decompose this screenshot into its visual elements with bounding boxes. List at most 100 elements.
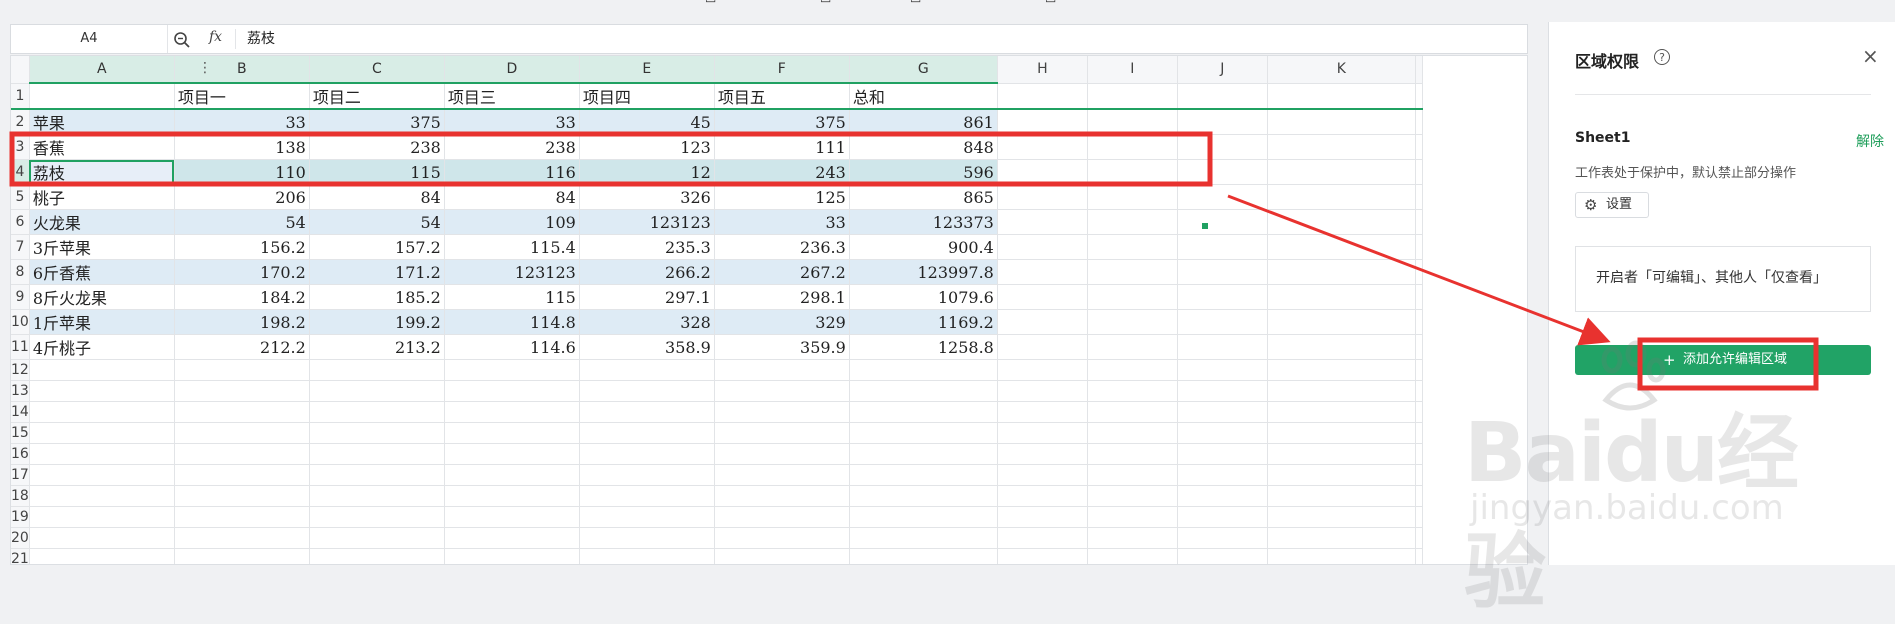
cell[interactable]: 329 [714, 309, 850, 335]
cell[interactable]: 185.2 [309, 284, 445, 310]
cell[interactable] [579, 464, 715, 486]
cell[interactable] [29, 548, 175, 564]
cell[interactable] [1415, 443, 1423, 465]
formula-input[interactable]: 荔枝 [247, 25, 275, 53]
row-header[interactable]: 3 [11, 134, 30, 160]
row-header[interactable]: 1 [11, 83, 30, 110]
cell[interactable]: 116 [444, 159, 580, 185]
cell[interactable] [1415, 284, 1423, 310]
cell[interactable] [997, 464, 1088, 486]
cell[interactable] [309, 464, 445, 486]
cell[interactable]: 238 [444, 134, 580, 160]
cell[interactable]: 4斤桃子 [29, 334, 175, 360]
cell[interactable] [1087, 359, 1178, 381]
cell[interactable]: 项目五 [714, 83, 850, 110]
cell[interactable]: 项目三 [444, 83, 580, 110]
cell[interactable] [1267, 309, 1416, 335]
cell[interactable]: 1169.2 [849, 309, 998, 335]
cell[interactable] [1177, 443, 1268, 465]
cell[interactable]: 235.3 [579, 234, 715, 260]
row-header[interactable]: 19 [11, 506, 30, 528]
column-header[interactable]: K [1267, 56, 1416, 84]
cell[interactable] [1087, 464, 1178, 486]
row-header[interactable]: 2 [11, 109, 30, 135]
cell[interactable]: 项目四 [579, 83, 715, 110]
cell[interactable] [444, 443, 580, 465]
cell[interactable] [997, 109, 1088, 135]
corner-cell[interactable] [11, 56, 30, 84]
cell[interactable] [444, 506, 580, 528]
cell[interactable] [309, 380, 445, 402]
cell[interactable] [997, 443, 1088, 465]
cell[interactable]: 848 [849, 134, 998, 160]
cell[interactable] [997, 401, 1088, 423]
cell[interactable] [849, 359, 998, 381]
cell[interactable] [1087, 548, 1178, 564]
cell[interactable]: 125 [714, 184, 850, 210]
cell[interactable] [1087, 284, 1178, 310]
cell[interactable] [1177, 234, 1268, 260]
cell[interactable] [1267, 234, 1416, 260]
cell[interactable] [714, 443, 850, 465]
column-header[interactable]: C [309, 56, 445, 84]
cell[interactable] [1415, 334, 1423, 360]
cell[interactable] [1087, 159, 1178, 185]
cell[interactable] [1087, 401, 1178, 423]
cell[interactable]: 328 [579, 309, 715, 335]
cell[interactable] [997, 284, 1088, 310]
cell[interactable] [1267, 485, 1416, 507]
cell[interactable] [1177, 548, 1268, 564]
zoom-icon[interactable] [173, 31, 191, 49]
cell[interactable] [997, 359, 1088, 381]
row-header[interactable]: 14 [11, 401, 30, 423]
cell[interactable]: 206 [174, 184, 310, 210]
cell[interactable] [849, 464, 998, 486]
add-editable-region-button[interactable]: + 添加允许编辑区域 [1575, 345, 1871, 375]
cell[interactable] [1415, 380, 1423, 402]
cell[interactable]: 香蕉 [29, 134, 175, 160]
cell[interactable]: 12 [579, 159, 715, 185]
cell[interactable] [1415, 109, 1423, 135]
cell[interactable]: 865 [849, 184, 998, 210]
cell[interactable]: 375 [714, 109, 850, 135]
cell[interactable] [1267, 334, 1416, 360]
cell[interactable]: 84 [309, 184, 445, 210]
cell[interactable] [174, 443, 310, 465]
cell[interactable] [1087, 134, 1178, 160]
cell[interactable] [997, 159, 1088, 185]
cell[interactable]: 212.2 [174, 334, 310, 360]
cell[interactable] [1267, 527, 1416, 549]
cell[interactable] [29, 464, 175, 486]
cell[interactable] [1087, 506, 1178, 528]
cell[interactable] [1415, 401, 1423, 423]
cell[interactable] [1177, 159, 1268, 185]
cell[interactable]: 115.4 [444, 234, 580, 260]
cell[interactable] [174, 485, 310, 507]
cell[interactable] [444, 527, 580, 549]
cell[interactable]: 375 [309, 109, 445, 135]
column-header[interactable]: F [714, 56, 850, 84]
cell[interactable] [1267, 209, 1416, 235]
cell[interactable] [1415, 159, 1423, 185]
cell[interactable] [174, 548, 310, 564]
unlock-link[interactable]: 解除 [1856, 131, 1884, 151]
cell[interactable]: 54 [309, 209, 445, 235]
cell[interactable] [1415, 234, 1423, 260]
cell[interactable]: 54 [174, 209, 310, 235]
cell[interactable] [1087, 83, 1178, 110]
cell[interactable] [1087, 485, 1178, 507]
column-header[interactable]: B [174, 56, 310, 84]
help-icon[interactable]: ? [1654, 49, 1670, 65]
cell[interactable] [444, 380, 580, 402]
cell[interactable]: 138 [174, 134, 310, 160]
cell[interactable] [174, 401, 310, 423]
row-header[interactable]: 5 [11, 184, 30, 210]
cell[interactable] [174, 506, 310, 528]
cell[interactable] [1087, 422, 1178, 444]
cell[interactable] [1087, 527, 1178, 549]
cell[interactable] [714, 464, 850, 486]
cell[interactable] [1415, 485, 1423, 507]
cell[interactable]: 123123 [444, 259, 580, 285]
cell[interactable]: 170.2 [174, 259, 310, 285]
cell[interactable] [1177, 380, 1268, 402]
